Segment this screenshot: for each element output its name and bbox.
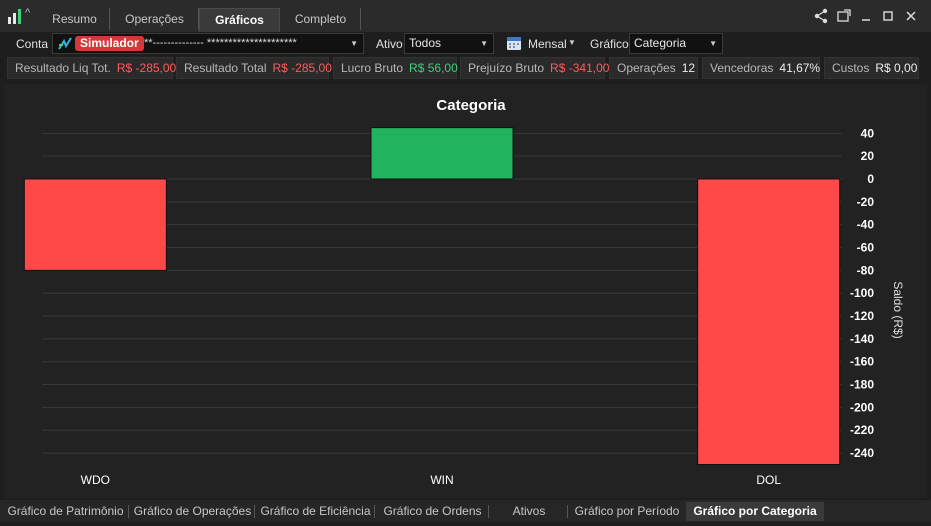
stat-label: Operações — [617, 61, 676, 75]
tab-resumo[interactable]: Resumo — [40, 8, 110, 30]
x-tick-label: WDO — [81, 473, 110, 487]
y-tick-label: 40 — [861, 126, 875, 140]
chevron-down-icon[interactable]: ▼ — [568, 38, 576, 47]
minimize-icon[interactable] — [857, 8, 875, 24]
category-chart-panel: Categoria 40 20 0 -20 -40 -60 -80 -100 -120 -140 -1… — [4, 84, 927, 498]
grafico-value: Categoria — [634, 36, 687, 50]
y-tick-label: -40 — [857, 218, 875, 232]
broker-logo-icon — [58, 37, 72, 50]
y-tick-label: -200 — [850, 400, 874, 414]
close-icon[interactable] — [902, 8, 920, 24]
popout-window-icon[interactable] — [835, 8, 853, 24]
y-tick-label: -20 — [857, 195, 875, 209]
chart-title: Categoria — [436, 97, 506, 114]
y-tick-label: -120 — [850, 309, 874, 323]
tab-graficos[interactable]: Gráficos — [199, 8, 280, 32]
y-tick-label: -140 — [850, 332, 874, 346]
bar-wdo — [23, 178, 167, 271]
y-tick-label: -80 — [857, 263, 875, 277]
account-select[interactable]: Simulador **-------------- *************… — [52, 33, 364, 54]
stat-label: Custos — [832, 61, 870, 75]
stat-resultado-total: Resultado Total R$ -285,00 — [176, 57, 332, 79]
simulador-badge: Simulador — [75, 36, 144, 51]
grafico-select[interactable]: Categoria ▼ — [629, 33, 723, 54]
stat-value: R$ -285,00 — [272, 61, 332, 75]
stat-label: Resultado Liq Tot. — [15, 61, 111, 75]
grafico-label: Gráfico — [590, 37, 629, 51]
filter-bar: Conta Simulador **-------------- *******… — [0, 32, 931, 56]
stat-operacoes: Operações 12 — [609, 57, 698, 79]
tab-grafico-eficiencia[interactable]: Gráfico de Eficiência — [256, 502, 375, 521]
tab-grafico-operacoes[interactable]: Gráfico de Operações — [130, 502, 255, 521]
ativo-label: Ativo — [376, 37, 403, 51]
tab-grafico-patrimonio[interactable]: Gráfico de Patrimônio — [2, 502, 129, 521]
share-icon[interactable] — [812, 8, 830, 24]
y-tick-label: -220 — [850, 423, 874, 437]
tab-grafico-periodo[interactable]: Gráfico por Período — [569, 502, 685, 521]
x-tick-label: DOL — [756, 473, 781, 487]
y-tick-label: 20 — [861, 149, 875, 163]
stat-value: 41,67% — [779, 61, 821, 75]
stat-value: R$ -285,00 — [116, 61, 177, 75]
bar-win — [370, 127, 514, 180]
y-tick-label: 0 — [867, 172, 874, 186]
stat-label: Lucro Bruto — [341, 61, 404, 75]
stat-label: Resultado Total — [184, 61, 267, 75]
chart-type-tabs: Gráfico de Patrimônio Gráfico de Operaçõ… — [0, 500, 931, 522]
stat-label: Vencedoras — [710, 61, 774, 75]
ativo-value: Todos — [409, 36, 442, 50]
chevron-down-icon: ▼ — [350, 39, 358, 48]
ativo-select[interactable]: Todos ▼ — [404, 33, 494, 54]
stat-value: 12 — [681, 61, 696, 75]
bar-dol — [697, 178, 841, 465]
tab-completo[interactable]: Completo — [281, 8, 361, 30]
stat-value: R$ 56,00 — [409, 61, 458, 75]
summary-stats-bar: Resultado Liq Tot. R$ -285,00 Resultado T… — [0, 57, 931, 80]
stat-prejuizo-bruto: Prejuízo Bruto R$ -341,00 — [460, 57, 609, 79]
y-tick-label: -160 — [850, 355, 874, 369]
stat-resultado-liq-tot: Resultado Liq Tot. R$ -285,00 — [7, 57, 177, 79]
stat-vencedoras: Vencedoras 41,67% — [702, 57, 820, 79]
periodo-select[interactable]: Mensal — [528, 37, 567, 51]
stat-value: R$ 0,00 — [875, 61, 918, 75]
tab-grafico-categoria[interactable]: Gráfico por Categoria — [686, 502, 824, 521]
tab-ativos[interactable]: Ativos — [490, 502, 568, 521]
tab-grafico-ordens[interactable]: Gráfico de Ordens — [376, 502, 489, 521]
title-bar: ^ Resumo Operações Gráficos Completo — [0, 0, 931, 32]
collapse-caret-icon[interactable]: ^ — [25, 7, 30, 19]
account-number-masked: **-------------- ********************* — [144, 37, 297, 49]
maximize-icon[interactable] — [879, 8, 897, 24]
stat-label: Prejuízo Bruto — [468, 61, 545, 75]
calendar-icon[interactable] — [506, 35, 522, 51]
stat-value: R$ -341,00 — [550, 61, 610, 75]
stat-custos: Custos R$ 0,00 — [824, 57, 919, 79]
chevron-down-icon: ▼ — [709, 39, 717, 48]
y-tick-label: -60 — [857, 241, 875, 255]
x-tick-label: WIN — [430, 473, 453, 487]
conta-label: Conta — [16, 37, 49, 51]
category-bar-chart: Categoria 40 20 0 -20 -40 -60 -80 -100 -120 -140 -1… — [23, 97, 905, 487]
bar-chart-logo-icon[interactable] — [7, 8, 23, 24]
chevron-down-icon: ▼ — [480, 39, 488, 48]
stat-lucro-bruto: Lucro Bruto R$ 56,00 — [333, 57, 458, 79]
y-tick-label: -240 — [850, 446, 874, 460]
y-axis-label: Saldo (R$) — [891, 281, 905, 338]
y-tick-label: -100 — [850, 286, 874, 300]
tab-operacoes[interactable]: Operações — [111, 8, 199, 30]
y-tick-label: -180 — [850, 378, 874, 392]
